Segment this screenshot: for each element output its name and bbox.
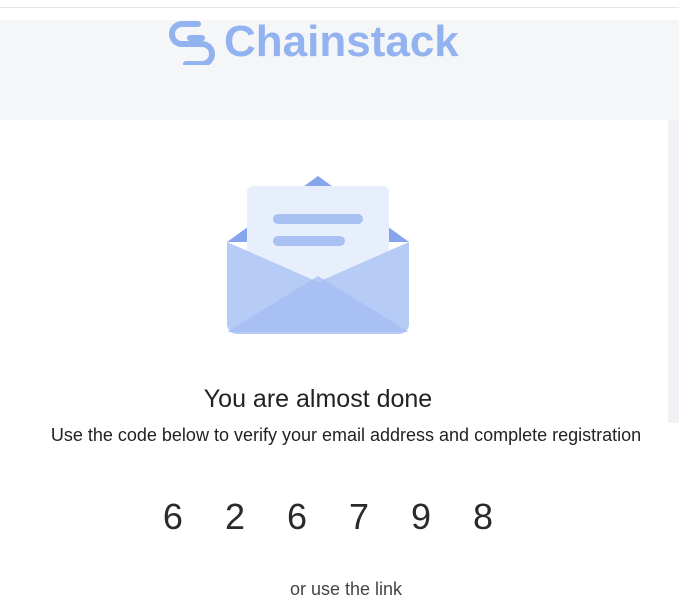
scrollbar-track[interactable] bbox=[668, 120, 679, 423]
email-page: Chainstack You are almost done Use the c… bbox=[0, 0, 679, 604]
page-title: You are almost done bbox=[203, 385, 433, 413]
verification-code: 6 2 6 7 9 8 bbox=[162, 496, 510, 537]
chainstack-logo-icon bbox=[169, 21, 215, 65]
brand-logo: Chainstack bbox=[168, 19, 459, 65]
open-envelope-icon bbox=[227, 176, 409, 334]
top-divider bbox=[0, 0, 679, 8]
instruction-text: Use the code below to verify your email … bbox=[50, 425, 642, 445]
brand-name: Chainstack bbox=[224, 17, 459, 66]
alternative-text: or use the link bbox=[289, 579, 403, 599]
